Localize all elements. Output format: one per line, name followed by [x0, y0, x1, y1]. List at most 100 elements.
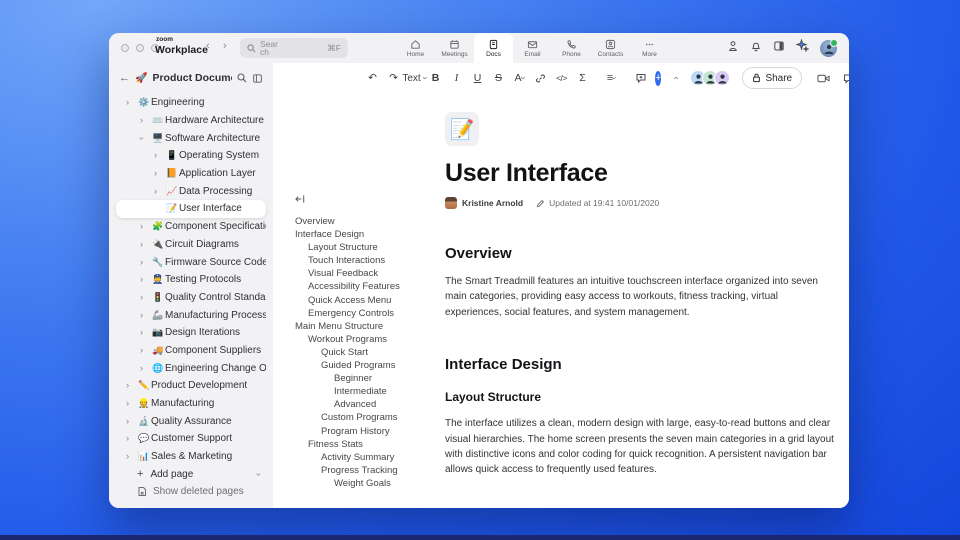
- tab-meetings[interactable]: Meetings: [435, 33, 474, 63]
- list-format-dropdown[interactable]: ≡ ›: [605, 69, 620, 87]
- tab-more[interactable]: More: [630, 33, 669, 63]
- collapse-outline-icon[interactable]: [295, 194, 440, 207]
- chevron-icon[interactable]: [140, 363, 151, 374]
- text-style-dropdown[interactable]: Text ›: [402, 69, 430, 87]
- sidebar-tree-item[interactable]: 🔌 Circuit Diagrams: [116, 236, 266, 254]
- sidebar-tree-item[interactable]: 🚦 Quality Control Standards: [116, 289, 266, 307]
- outline-item[interactable]: Program History: [295, 425, 440, 438]
- back-arrow-icon[interactable]: ←: [119, 72, 130, 84]
- sidebar-tree-item[interactable]: 🌐 Engineering Change Orders: [116, 359, 266, 377]
- chevron-icon[interactable]: [140, 133, 151, 144]
- sidebar-search-icon[interactable]: [237, 73, 247, 83]
- sidebar-tree-item[interactable]: 🧩 Component Specifications: [116, 218, 266, 236]
- comment-button[interactable]: [634, 69, 647, 87]
- sidebar-tree-item[interactable]: ⌨️ Hardware Architecture: [116, 112, 266, 130]
- collapse-sidebar-icon[interactable]: [252, 73, 263, 84]
- outline-item[interactable]: Main Menu Structure: [295, 320, 440, 333]
- outline-item[interactable]: Quick Access Menu: [295, 294, 440, 307]
- tab-docs[interactable]: Docs: [474, 33, 513, 63]
- text-color-dropdown[interactable]: A ›: [513, 69, 528, 87]
- nav-back-icon[interactable]: ‹: [206, 40, 210, 52]
- outline-item[interactable]: Beginner: [295, 372, 440, 385]
- chevron-icon[interactable]: [154, 150, 165, 161]
- chevron-icon[interactable]: [140, 239, 151, 250]
- chevron-icon[interactable]: [140, 115, 151, 126]
- side-panel-icon[interactable]: [773, 39, 785, 57]
- collaborator-avatar[interactable]: [714, 70, 731, 86]
- close-button[interactable]: [121, 44, 129, 52]
- doc-emoji-icon[interactable]: 📝: [445, 112, 479, 146]
- outline-item[interactable]: Intermediate: [295, 385, 440, 398]
- outline-item[interactable]: Overview: [295, 215, 440, 228]
- chevron-icon[interactable]: [126, 433, 137, 444]
- sidebar-tree-item[interactable]: 👮 Testing Protocols: [116, 271, 266, 289]
- sidebar-tree-item[interactable]: 📊 Sales & Marketing: [116, 448, 266, 466]
- sidebar-tree-item[interactable]: 🖥️ Software Architecture: [116, 129, 266, 147]
- chevron-icon[interactable]: [140, 221, 151, 232]
- italic-button[interactable]: I: [450, 69, 463, 87]
- sidebar-tree-item[interactable]: ✏️ Product Development: [116, 377, 266, 395]
- formula-button[interactable]: Σ: [576, 69, 589, 87]
- outline-item[interactable]: Progress Tracking: [295, 464, 440, 477]
- chevron-icon[interactable]: [140, 345, 151, 356]
- chevron-icon[interactable]: [126, 380, 137, 391]
- outline-item[interactable]: Quick Start: [295, 346, 440, 359]
- minimize-button[interactable]: [136, 44, 144, 52]
- video-call-icon[interactable]: [816, 69, 831, 87]
- tab-email[interactable]: Email: [513, 33, 552, 63]
- outline-item[interactable]: Layout Structure: [295, 241, 440, 254]
- user-avatar[interactable]: [820, 38, 838, 57]
- chevron-icon[interactable]: [154, 168, 165, 179]
- chevron-icon[interactable]: [140, 310, 151, 321]
- sidebar-tree-item[interactable]: 📱 Operating System: [116, 147, 266, 165]
- outline-item[interactable]: Touch Interactions: [295, 254, 440, 267]
- chevron-icon[interactable]: [126, 398, 137, 409]
- sidebar-tree-item[interactable]: 🚚 Component Suppliers: [116, 342, 266, 360]
- sidebar-tree-item[interactable]: 🔧 Firmware Source Code: [116, 253, 266, 271]
- nav-forward-icon[interactable]: ›: [223, 40, 227, 52]
- global-search-input[interactable]: Search ⌘F: [240, 38, 348, 58]
- sidebar-tree-item[interactable]: 📙 Application Layer: [116, 165, 266, 183]
- chevron-icon[interactable]: [126, 416, 137, 427]
- outline-item[interactable]: Custom Programs: [295, 411, 440, 424]
- sidebar-tree-item[interactable]: ⚙️ Engineering: [116, 94, 266, 112]
- sidebar-tree-item[interactable]: 🔬 Quality Assurance: [116, 412, 266, 430]
- show-deleted-pages-button[interactable]: Show deleted pages: [116, 483, 266, 501]
- add-page-button[interactable]: + Add page ›: [116, 465, 266, 483]
- chevron-icon[interactable]: [140, 292, 151, 303]
- collapse-toolbar-button[interactable]: ›: [669, 69, 682, 87]
- tab-home[interactable]: Home: [396, 33, 435, 63]
- sidebar-tree-item[interactable]: 🦾 Manufacturing Process: [116, 306, 266, 324]
- outline-item[interactable]: Guided Programs: [295, 359, 440, 372]
- chevron-icon[interactable]: [140, 257, 151, 268]
- tab-contacts[interactable]: Contacts: [591, 33, 630, 63]
- chat-icon[interactable]: [841, 69, 849, 87]
- sidebar-tree-item[interactable]: 📈 Data Processing: [116, 182, 266, 200]
- chevron-icon[interactable]: [126, 451, 137, 462]
- outline-item[interactable]: Activity Summary: [295, 451, 440, 464]
- outline-item[interactable]: Advanced: [295, 398, 440, 411]
- sidebar-tree-item[interactable]: 👷 Manufacturing: [116, 395, 266, 413]
- chevron-icon[interactable]: [154, 186, 165, 197]
- profile-icon[interactable]: [727, 39, 739, 57]
- ai-add-button[interactable]: +: [655, 70, 662, 86]
- outline-item[interactable]: Emergency Controls: [295, 307, 440, 320]
- outline-item[interactable]: Weight Goals: [295, 477, 440, 490]
- sidebar-tree-item[interactable]: 📷 Design Iterations: [116, 324, 266, 342]
- link-button[interactable]: [534, 69, 547, 87]
- tab-phone[interactable]: Phone: [552, 33, 591, 63]
- underline-button[interactable]: U: [471, 69, 484, 87]
- sidebar-tree-item[interactable]: 📝 User Interface: [116, 200, 266, 218]
- chevron-icon[interactable]: [140, 274, 151, 285]
- ai-companion-sparkle-icon[interactable]: [795, 38, 810, 57]
- collapse-section-chevron-icon[interactable]: ›: [253, 473, 264, 476]
- redo-button[interactable]: ↷: [387, 69, 400, 87]
- outline-item[interactable]: Fitness Stats: [295, 438, 440, 451]
- chevron-icon[interactable]: [140, 327, 151, 338]
- notifications-bell-icon[interactable]: [750, 39, 762, 57]
- outline-item[interactable]: Interface Design: [295, 228, 440, 241]
- share-button[interactable]: Share: [742, 67, 803, 89]
- code-button[interactable]: </>: [555, 69, 568, 87]
- undo-button[interactable]: ↶: [366, 69, 379, 87]
- doc-title[interactable]: User Interface: [445, 159, 837, 188]
